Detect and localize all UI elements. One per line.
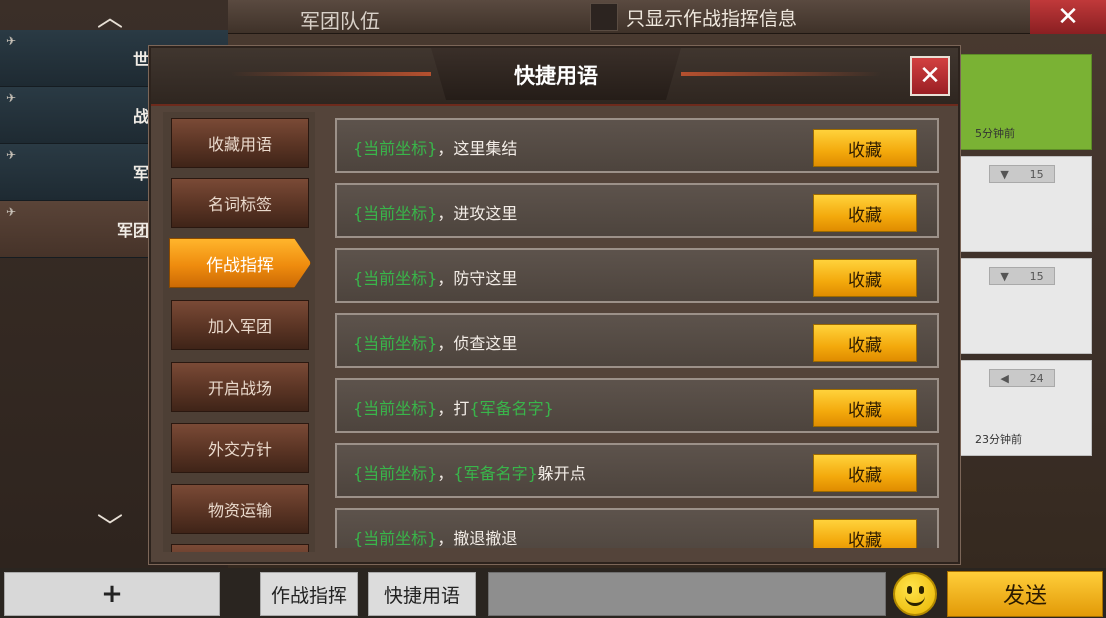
phrase-text: {当前坐标}，这里集结 xyxy=(353,135,517,159)
dialog-close-button[interactable]: ✕ xyxy=(910,56,950,96)
phrase-tail: 躲开点 xyxy=(537,464,586,483)
triangle-down-icon: ▼ xyxy=(1000,167,1009,181)
coordinate-tag: {当前坐标} xyxy=(353,399,438,418)
phrase-row[interactable]: {当前坐标}，这里集结 收藏 xyxy=(335,118,939,173)
command-filter-checkbox[interactable] xyxy=(590,3,618,31)
chat-top-bar: 军团队伍 只显示作战指挥信息 xyxy=(228,0,1106,34)
coordinate-tag: {当前坐标} xyxy=(353,334,438,353)
message-time: 5分钟前 xyxy=(975,127,1015,140)
phrase-row[interactable]: {当前坐标}，撤退撤退 收藏 xyxy=(335,508,939,548)
pin-icon: ✈ xyxy=(6,91,17,105)
chevron-up-icon: ︿ xyxy=(96,3,123,33)
message-badge: ▼ 15 xyxy=(989,165,1055,183)
header-decoration xyxy=(231,72,431,76)
category-join-legion[interactable]: 加入军团 xyxy=(171,300,309,350)
phrase-category-list: 收藏用语 名词标签 作战指挥 加入军团 开启战场 外交方针 物资运输 xyxy=(163,112,315,552)
triangle-left-icon: ◀ xyxy=(1000,371,1009,385)
message-card[interactable]: 5分钟前 xyxy=(960,54,1092,150)
message-badge: ◀ 24 xyxy=(989,369,1055,387)
command-filter-label: 只显示作战指挥信息 xyxy=(626,7,798,30)
coordinate-tag: {当前坐标} xyxy=(353,204,438,223)
message-time: 23分钟前 xyxy=(975,433,1022,446)
phrase-row[interactable]: {当前坐标}，防守这里 收藏 xyxy=(335,248,939,303)
command-filter[interactable]: 只显示作战指挥信息 xyxy=(590,3,797,31)
phrase-body: ，撤退撤退 xyxy=(437,529,518,548)
quick-phrase-tab-button[interactable]: 快捷用语 xyxy=(368,572,476,616)
phrase-body: ， xyxy=(437,464,454,483)
close-icon: ✕ xyxy=(1057,2,1079,32)
channel-scroll-up-button[interactable]: ︿ xyxy=(90,3,130,33)
badge-value: 15 xyxy=(1029,269,1044,283)
category-open-battlefield[interactable]: 开启战场 xyxy=(171,362,309,412)
category-supply-transport[interactable]: 物资运输 xyxy=(171,484,309,534)
category-noun-tags[interactable]: 名词标签 xyxy=(171,178,309,228)
message-card[interactable]: ▼ 15 xyxy=(960,258,1092,354)
chevron-down-icon: ﹀ xyxy=(96,513,123,543)
phrase-row[interactable]: {当前坐标}，{军备名字}躲开点 收藏 xyxy=(335,443,939,498)
phrase-row[interactable]: {当前坐标}，侦查这里 收藏 xyxy=(335,313,939,368)
triangle-down-icon: ▼ xyxy=(1000,269,1009,283)
phrase-row[interactable]: {当前坐标}，进攻这里 收藏 xyxy=(335,183,939,238)
category-favorites[interactable]: 收藏用语 xyxy=(171,118,309,168)
chat-message-input[interactable] xyxy=(488,572,886,616)
favorite-button[interactable]: 收藏 xyxy=(813,259,917,297)
coordinate-tag: {当前坐标} xyxy=(353,464,438,483)
phrase-body: ，打 xyxy=(437,399,470,418)
phrase-text: {当前坐标}，{军备名字}躲开点 xyxy=(353,460,586,484)
plus-icon: + xyxy=(101,579,123,609)
message-badge: ▼ 15 xyxy=(989,267,1055,285)
phrase-text: {当前坐标}，侦查这里 xyxy=(353,330,517,354)
badge-value: 15 xyxy=(1029,167,1044,181)
add-channel-button[interactable]: + xyxy=(4,572,220,616)
message-card[interactable]: ◀ 24 23分钟前 xyxy=(960,360,1092,456)
command-tab-button[interactable]: 作战指挥 xyxy=(260,572,358,616)
chat-close-button[interactable]: ✕ xyxy=(1030,0,1106,34)
dialog-header: 快捷用语 ✕ xyxy=(151,48,958,106)
emoji-button[interactable] xyxy=(893,572,937,616)
phrase-body: ，防守这里 xyxy=(437,269,518,288)
phrase-row[interactable]: {当前坐标}，打{军备名字} 收藏 xyxy=(335,378,939,433)
badge-value: 24 xyxy=(1029,371,1044,385)
favorite-button[interactable]: 收藏 xyxy=(813,194,917,232)
category-more[interactable] xyxy=(171,544,309,552)
phrase-body: ，进攻这里 xyxy=(437,204,518,223)
favorite-button[interactable]: 收藏 xyxy=(813,519,917,548)
header-decoration xyxy=(681,72,881,76)
phrase-text: {当前坐标}，打{军备名字} xyxy=(353,395,554,419)
coordinate-tag: {当前坐标} xyxy=(353,139,438,158)
phrase-body: ，侦查这里 xyxy=(437,334,518,353)
phrase-body: ，这里集结 xyxy=(437,139,518,158)
favorite-button[interactable]: 收藏 xyxy=(813,129,917,167)
category-combat-command[interactable]: 作战指挥 xyxy=(169,238,311,288)
favorite-button[interactable]: 收藏 xyxy=(813,324,917,362)
channel-title: 军团队伍 xyxy=(300,9,380,33)
coordinate-tag: {当前坐标} xyxy=(353,269,438,288)
phrase-list: {当前坐标}，这里集结 收藏 {当前坐标}，进攻这里 收藏 {当前坐标}，防守这… xyxy=(325,112,951,548)
pin-icon: ✈ xyxy=(6,148,17,162)
category-diplomacy[interactable]: 外交方针 xyxy=(171,423,309,473)
pin-icon: ✈ xyxy=(6,205,17,219)
phrase-text: {当前坐标}，进攻这里 xyxy=(353,200,517,224)
coordinate-tag: {当前坐标} xyxy=(353,529,438,548)
phrase-text: {当前坐标}，防守这里 xyxy=(353,265,517,289)
quick-phrase-dialog: 快捷用语 ✕ 收藏用语 名词标签 作战指挥 加入军团 开启战场 外交方针 物资运… xyxy=(149,46,960,564)
phrase-text: {当前坐标}，撤退撤退 xyxy=(353,525,517,548)
channel-scroll-down-button[interactable]: ﹀ xyxy=(90,513,130,543)
close-icon: ✕ xyxy=(919,61,941,91)
armament-tag: {军备名字} xyxy=(469,399,554,418)
message-card[interactable]: ▼ 15 xyxy=(960,156,1092,252)
dialog-title: 快捷用语 xyxy=(514,64,598,88)
favorite-button[interactable]: 收藏 xyxy=(813,454,917,492)
send-button[interactable]: 发送 xyxy=(947,571,1103,617)
pin-icon: ✈ xyxy=(6,34,17,48)
favorite-button[interactable]: 收藏 xyxy=(813,389,917,427)
armament-tag: {军备名字} xyxy=(453,464,538,483)
